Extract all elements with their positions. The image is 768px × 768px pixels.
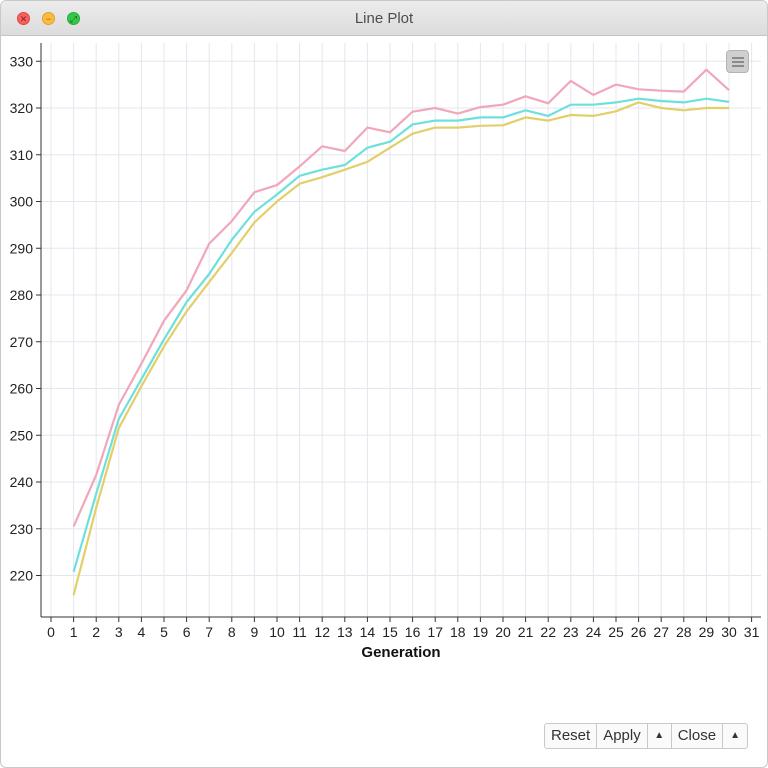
x-tick-label: 18 bbox=[450, 624, 466, 640]
menu-icon-bar bbox=[732, 61, 744, 63]
x-tick-label: 19 bbox=[473, 624, 489, 640]
action-button-group: Reset Apply ▲ Close ▲ bbox=[544, 723, 749, 749]
x-tick-label: 13 bbox=[337, 624, 353, 640]
x-tick-label: 5 bbox=[160, 624, 168, 640]
x-tick-label: 16 bbox=[405, 624, 421, 640]
y-tick-label: 230 bbox=[10, 521, 34, 537]
x-tick-label: 3 bbox=[115, 624, 123, 640]
x-tick-label: 7 bbox=[205, 624, 213, 640]
x-tick-label: 24 bbox=[586, 624, 602, 640]
x-tick-label: 17 bbox=[427, 624, 443, 640]
x-tick-label: 12 bbox=[314, 624, 330, 640]
line-chart[interactable]: 2202302402502602702802903003103203300 1 2 3… bbox=[1, 35, 767, 675]
x-tick-label: 20 bbox=[495, 624, 511, 640]
apply-button[interactable]: Apply bbox=[597, 724, 648, 748]
x-tick-label: 21 bbox=[518, 624, 534, 640]
y-tick-label: 220 bbox=[10, 568, 34, 584]
menu-icon bbox=[732, 57, 744, 59]
x-tick-label: 8 bbox=[228, 624, 236, 640]
y-tick-label: 330 bbox=[10, 53, 34, 69]
x-tick-label: 11 bbox=[292, 624, 307, 640]
window-title: Line Plot bbox=[354, 10, 414, 27]
x-tick-label: 9 bbox=[251, 624, 259, 640]
y-tick-label: 270 bbox=[10, 334, 34, 350]
close-options-arrow-icon[interactable]: ▲ bbox=[723, 724, 747, 748]
x-tick-label: 26 bbox=[631, 624, 647, 640]
x-tick-label: 15 bbox=[382, 624, 398, 640]
apply-options-arrow-icon[interactable]: ▲ bbox=[648, 724, 672, 748]
x-tick-label: 10 bbox=[269, 624, 285, 640]
x-tick-label: 31 bbox=[744, 624, 760, 640]
x-tick-label: 22 bbox=[540, 624, 556, 640]
y-tick-label: 250 bbox=[10, 427, 34, 443]
x-tick-label: 0 bbox=[47, 624, 55, 640]
y-tick-label: 290 bbox=[10, 240, 34, 256]
menu-icon-bar bbox=[732, 65, 744, 67]
close-button[interactable]: Close bbox=[672, 724, 724, 748]
x-tick-label: 29 bbox=[699, 624, 715, 640]
x-tick-label: 2 bbox=[92, 624, 100, 640]
x-tick-label: 14 bbox=[360, 624, 376, 640]
x-tick-label: 25 bbox=[608, 624, 624, 640]
reset-button[interactable]: Reset bbox=[545, 724, 598, 748]
chart-menu-button[interactable] bbox=[726, 50, 749, 73]
plot-area bbox=[41, 43, 761, 617]
x-tick-label: 6 bbox=[183, 624, 191, 640]
x-tick-label: 27 bbox=[653, 624, 669, 640]
y-tick-label: 320 bbox=[10, 100, 34, 116]
line-plot-window: ✕ − ⤢ Line Plot 220 230 240 250 260 270 280 290… bbox=[0, 0, 768, 768]
x-tick-label: 1 bbox=[70, 624, 78, 640]
x-tick-label: 30 bbox=[721, 624, 737, 640]
y-tick-label: 260 bbox=[10, 381, 34, 397]
y-tick-label: 280 bbox=[10, 287, 34, 303]
x-tick-label: 4 bbox=[138, 624, 146, 640]
title-bar[interactable]: ✕ − ⤢ Line Plot bbox=[1, 1, 767, 36]
y-tick-label: 300 bbox=[10, 194, 34, 210]
x-tick-label: 28 bbox=[676, 624, 692, 640]
y-tick-label: 310 bbox=[10, 147, 34, 163]
y-tick-label: 240 bbox=[10, 474, 34, 490]
x-axis-label: Generation bbox=[361, 644, 440, 661]
x-tick-label: 23 bbox=[563, 624, 579, 640]
